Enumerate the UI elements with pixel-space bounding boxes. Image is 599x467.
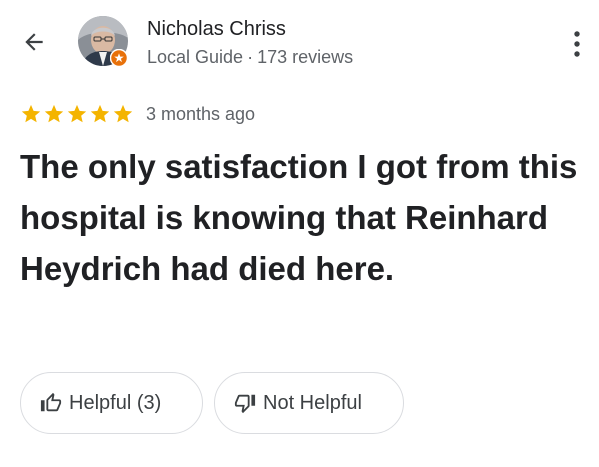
local-guide-badge-icon xyxy=(110,49,128,67)
author-meta: Local Guide · 173 reviews xyxy=(147,45,353,69)
review-count: 173 reviews xyxy=(257,47,354,67)
star-icon xyxy=(44,104,64,123)
star-icon xyxy=(113,104,133,123)
review-text: The only satisfaction I got from this ho… xyxy=(20,148,578,287)
star-icon xyxy=(21,104,41,123)
star-icon xyxy=(67,104,87,123)
more-vert-icon xyxy=(574,31,580,57)
not-helpful-button[interactable]: Not Helpful xyxy=(214,372,404,434)
helpful-button[interactable]: Helpful (3) xyxy=(20,372,203,434)
back-button[interactable] xyxy=(14,22,54,62)
thumb-down-icon xyxy=(234,394,256,414)
arrow-left-icon xyxy=(25,33,43,51)
author-role: Local Guide xyxy=(147,47,244,67)
helpful-label: Helpful (3) xyxy=(69,391,162,414)
rating-row: 3 months ago xyxy=(20,100,255,128)
more-options-button[interactable] xyxy=(562,22,592,66)
review-date: 3 months ago xyxy=(146,103,256,124)
meta-separator: · xyxy=(247,47,254,67)
star-rating xyxy=(20,103,134,125)
author-name[interactable]: Nicholas Chriss xyxy=(147,16,286,42)
star-icon xyxy=(90,104,110,123)
not-helpful-label: Not Helpful xyxy=(263,391,362,414)
thumb-up-icon xyxy=(40,392,62,412)
author-avatar-container[interactable] xyxy=(78,16,128,67)
